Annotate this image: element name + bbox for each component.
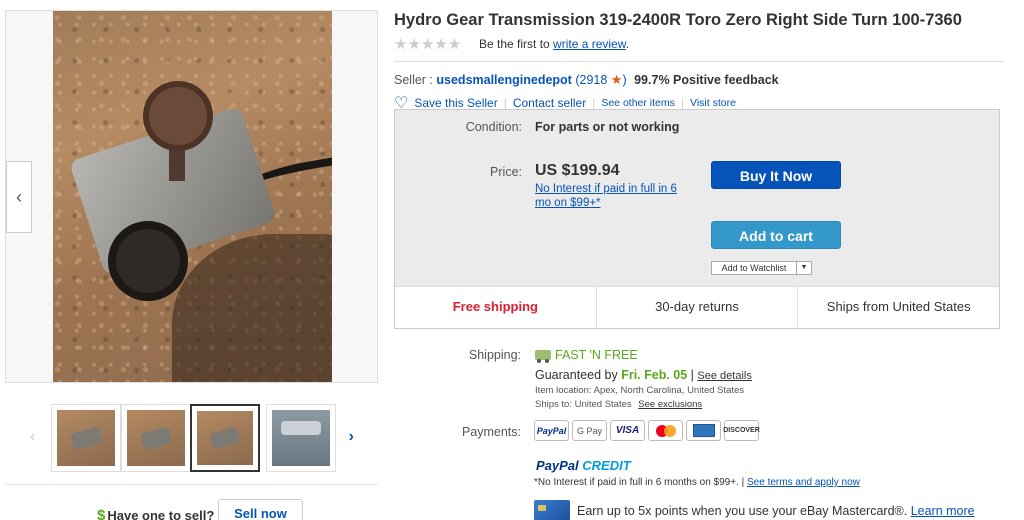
paypal-credit-note: *No Interest if paid in full in 6 months…: [534, 477, 860, 488]
no-interest-link[interactable]: No Interest if paid in full in 6 mo on $…: [535, 182, 695, 210]
truck-icon: [535, 350, 551, 363]
paypal-credit-note-text: *No Interest if paid in full in 6 months…: [534, 477, 745, 488]
delivery-date: Fri. Feb. 05: [621, 368, 688, 382]
review-prompt: Be the first to write a review.: [479, 37, 629, 51]
separator: |: [592, 96, 596, 110]
delivery-guarantee: Guaranteed by Fri. Feb. 05 | See details: [535, 368, 752, 382]
payment-methods: PayPal G Pay VISA DISCOVER: [534, 420, 760, 441]
dollar-icon: $: [97, 507, 106, 520]
condition-value: For parts or not working: [535, 120, 680, 134]
purchase-box: Condition: For parts or not working Pric…: [394, 109, 1000, 329]
price-value: US $199.94: [535, 162, 620, 179]
write-review-link[interactable]: write a review: [553, 37, 626, 51]
positive-feedback: 99.7% Positive feedback: [634, 73, 779, 87]
visit-store-link[interactable]: Visit store: [690, 97, 736, 109]
review-period: .: [625, 37, 630, 51]
buy-it-now-button[interactable]: Buy It Now: [711, 161, 841, 189]
shipping-label: Shipping:: [468, 348, 521, 362]
feedback-close: ): [622, 73, 627, 87]
chevron-left-icon: ‹: [16, 186, 22, 207]
earn-points-promo: Earn up to 5x points when you use your e…: [577, 504, 975, 518]
thumbnail-3-selected[interactable]: [190, 404, 260, 472]
ships-to: Ships to: United States See exclusions: [535, 399, 702, 410]
main-product-photo[interactable]: [53, 11, 332, 382]
seller-label: Seller :: [394, 73, 433, 87]
add-to-watchlist-button[interactable]: Add to Watchlist: [711, 261, 797, 275]
ships-to-text: Ships to: United States: [535, 399, 632, 410]
sell-now-button[interactable]: Sell now: [218, 499, 303, 520]
paypal-credit-logo: PayPal CREDIT: [536, 458, 631, 473]
fast-n-free: FAST 'N FREE: [535, 348, 638, 363]
paypal-credit-paypal: PayPal: [536, 458, 579, 473]
image-gallery: ‹ ›: [5, 10, 378, 383]
gallery-prev-button[interactable]: ‹: [6, 161, 32, 233]
see-terms-link[interactable]: See terms and apply now: [747, 477, 860, 488]
discover-icon: DISCOVER: [723, 420, 760, 441]
condition-label: Condition:: [465, 120, 522, 134]
thumbnail-next-button[interactable]: ›: [349, 428, 354, 446]
seller-name-link[interactable]: usedsmallenginedepot: [436, 73, 571, 87]
learn-more-link[interactable]: Learn more: [911, 504, 975, 518]
item-location: Item location: Apex, North Carolina, Uni…: [535, 385, 745, 396]
fast-n-free-text: FAST 'N FREE: [555, 348, 638, 362]
ebay-mastercard-icon: [534, 500, 570, 520]
thumbnail-4[interactable]: [266, 404, 336, 472]
thumbnail-strip: ‹ ›: [30, 402, 354, 474]
guaranteed-text: Guaranteed by: [535, 368, 618, 382]
feedback-star-icon: ★: [610, 72, 623, 87]
see-details-link[interactable]: See details: [697, 370, 751, 382]
add-to-cart-button[interactable]: Add to cart: [711, 221, 841, 249]
sell-question-text: Have one to sell?: [107, 508, 215, 520]
earn-points-text: Earn up to 5x points when you use your e…: [577, 504, 908, 518]
contact-seller-link[interactable]: Contact seller: [513, 96, 586, 110]
thumbnail-image: [272, 410, 330, 466]
sell-prompt: $ Have one to sell? Sell now: [5, 484, 378, 520]
thumbnail-1[interactable]: [51, 404, 121, 472]
thumbnail-image: [127, 410, 185, 466]
watchlist-dropdown-chevron-down-icon[interactable]: ▼: [797, 261, 812, 275]
feedback-count-link[interactable]: 2918: [580, 73, 608, 87]
google-pay-icon: G Pay: [572, 420, 607, 441]
visa-icon: VISA: [610, 420, 645, 441]
amex-icon: [686, 420, 721, 441]
payments-label: Payments:: [461, 425, 521, 439]
thumbnail-image: [197, 411, 253, 465]
review-first-text: Be the first to: [479, 37, 550, 51]
ships-from-badge: Ships from United States: [826, 299, 971, 314]
thumbnail-prev-button[interactable]: ‹: [30, 428, 35, 446]
see-exclusions-link[interactable]: See exclusions: [638, 399, 702, 410]
divider: [394, 61, 1004, 62]
photo-transmission-hub: [143, 81, 213, 151]
price-label: Price:: [490, 165, 522, 179]
paypal-icon: PayPal: [534, 420, 569, 441]
thumbnail-2[interactable]: [121, 404, 191, 472]
separator: |: [503, 96, 507, 110]
save-seller-link[interactable]: Save this Seller: [414, 96, 497, 110]
paypal-credit-credit: CREDIT: [582, 458, 631, 473]
separator: |: [680, 96, 685, 110]
item-title: Hydro Gear Transmission 319-2400R Toro Z…: [394, 11, 962, 29]
seller-info: Seller : usedsmallenginedepot (2918 ★) 9…: [394, 72, 779, 88]
photo-transmission-pulley: [108, 221, 188, 301]
sell-question: $ Have one to sell?: [97, 507, 214, 520]
mastercard-icon: [648, 420, 683, 441]
feature-row: Free shipping 30-day returns Ships from …: [395, 286, 999, 328]
separator: |: [690, 368, 694, 382]
rating-stars-icon: ★★★★★: [394, 36, 462, 53]
see-other-items-link[interactable]: See other items: [601, 97, 675, 109]
returns-badge: 30-day returns: [597, 287, 799, 328]
thumbnail-image: [57, 410, 115, 466]
free-shipping-badge: Free shipping: [395, 287, 597, 328]
